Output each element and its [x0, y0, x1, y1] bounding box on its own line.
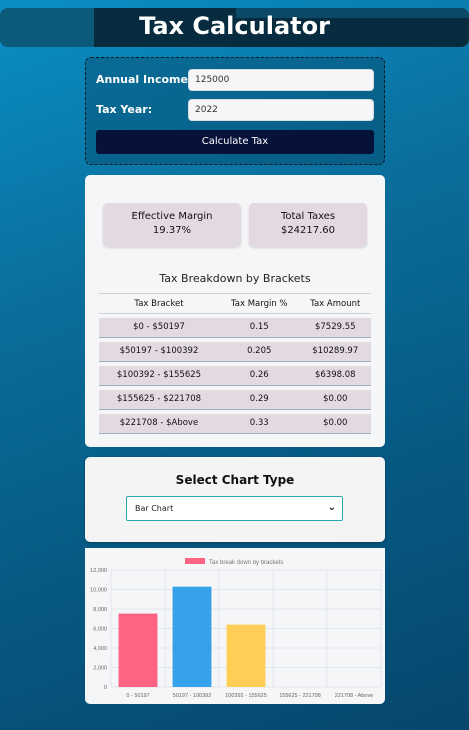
total-taxes-title: Total Taxes: [280, 211, 336, 222]
effective-margin-value: 19.37%: [152, 225, 192, 236]
amount-cell: $6398.08: [299, 365, 371, 386]
bar: [226, 624, 266, 687]
y-tick-label: 4,000: [93, 646, 107, 652]
table-row: $155625 - $221708 0.29 $0.00: [99, 389, 371, 410]
column-header: Tax Amount: [299, 293, 371, 314]
chart-type-card: Select Chart Type Bar Chart ⌄: [85, 457, 385, 542]
table-row: $50197 - $100392 0.205 $10289.97: [99, 341, 371, 362]
app-header: Tax Calculator: [0, 8, 469, 47]
y-tick-label: 2,000: [93, 666, 107, 672]
column-header: Tax Margin %: [218, 293, 300, 314]
legend-swatch: [185, 558, 205, 564]
bar: [118, 613, 158, 687]
amount-cell: $10289.97: [299, 341, 371, 362]
amount-cell: $0.00: [299, 389, 371, 410]
breakdown-table: Tax Bracket Tax Margin % Tax Amount $0 -…: [99, 293, 371, 434]
bracket-cell: $155625 - $221708: [99, 389, 219, 410]
total-taxes-card: Total Taxes $24217.60: [249, 203, 367, 247]
y-tick-label: 6,000: [93, 627, 107, 633]
results-card: Effective Margin 19.37% Total Taxes $242…: [85, 175, 385, 447]
amount-cell: $0.00: [299, 413, 371, 434]
y-tick-label: 12,000: [90, 568, 107, 574]
y-tick-label: 8,000: [93, 607, 107, 613]
year-input[interactable]: 2022: [188, 99, 374, 121]
x-tick-label: 0 - 50197: [126, 693, 149, 699]
table-row: $0 - $50197 0.15 $7529.55: [99, 317, 371, 338]
chart-type-select[interactable]: Bar Chart ⌄: [126, 496, 343, 521]
bracket-cell: $0 - $50197: [99, 317, 219, 338]
chevron-down-icon: ⌄: [327, 502, 336, 513]
margin-cell: 0.33: [218, 413, 300, 434]
margin-cell: 0.15: [218, 317, 300, 338]
legend-label: Tax break down by brackets: [209, 560, 283, 566]
chart-card: Tax break down by brackets 0 2,000 4,000 6,0…: [85, 548, 385, 704]
breakdown-title: Tax Breakdown by Brackets: [159, 272, 311, 285]
bracket-cell: $221708 - $Above: [99, 413, 219, 434]
chart-type-selected: Bar Chart: [135, 504, 174, 513]
margin-cell: 0.26: [218, 365, 300, 386]
year-row: Tax Year: 2022: [96, 99, 376, 121]
year-label: Tax Year:: [96, 103, 153, 116]
chart-type-title: Select Chart Type: [175, 473, 295, 487]
column-header: Tax Bracket: [99, 293, 219, 314]
x-tick-label: 100392 - 155625: [225, 693, 267, 699]
margin-cell: 0.205: [218, 341, 300, 362]
table-row: $100392 - $155625 0.26 $6398.08: [99, 365, 371, 386]
y-tick-label: 10,000: [90, 588, 107, 594]
effective-margin-card: Effective Margin 19.37%: [103, 203, 241, 247]
amount-cell: $7529.55: [299, 317, 371, 338]
income-input[interactable]: 125000: [188, 69, 374, 91]
bracket-cell: $100392 - $155625: [99, 365, 219, 386]
page-title: Tax Calculator: [139, 12, 330, 40]
income-row: Annual Income: 125000: [96, 69, 376, 91]
calculate-button[interactable]: Calculate Tax: [96, 130, 374, 154]
income-label: Annual Income:: [96, 73, 193, 86]
y-tick-label: 0: [104, 685, 107, 691]
bracket-cell: $50197 - $100392: [99, 341, 219, 362]
table-row: $221708 - $Above 0.33 $0.00: [99, 413, 371, 434]
x-tick-label: 50197 - 100392: [173, 693, 212, 699]
tax-form: Annual Income: 125000 Tax Year: 2022 Cal…: [85, 57, 385, 165]
table-header-row: Tax Bracket Tax Margin % Tax Amount: [99, 293, 371, 314]
bar-chart: Tax break down by brackets 0 2,000 4,000 6,0…: [90, 558, 382, 699]
margin-cell: 0.29: [218, 389, 300, 410]
effective-margin-title: Effective Margin: [131, 211, 213, 222]
bar: [172, 586, 212, 687]
x-tick-label: 221708 - Above: [335, 693, 374, 699]
total-taxes-value: $24217.60: [280, 225, 336, 236]
x-tick-label: 155625 - 221708: [279, 693, 321, 699]
